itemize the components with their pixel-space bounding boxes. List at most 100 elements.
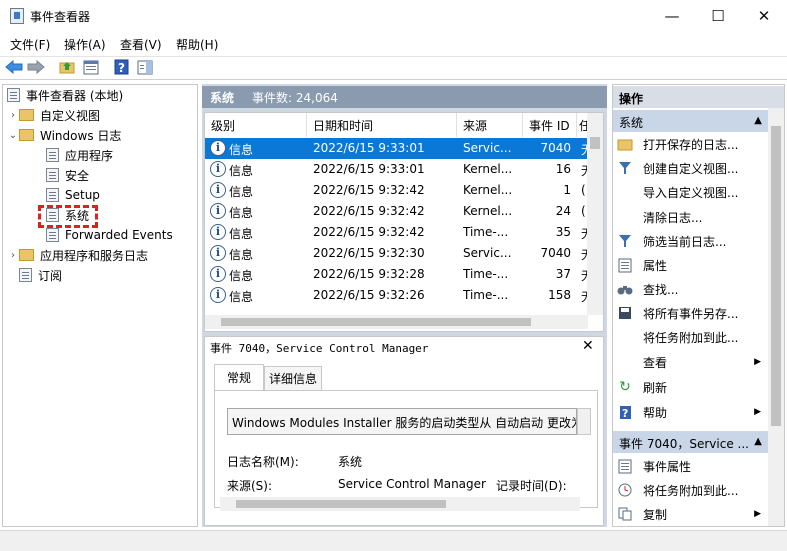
- help-icon: ?: [617, 404, 633, 420]
- action-refresh[interactable]: ↻ 刷新: [617, 376, 765, 398]
- folder-icon: [19, 249, 34, 261]
- action-open-saved-log[interactable]: 打开保存的日志...: [617, 133, 765, 155]
- action-save-all-events[interactable]: 将所有事件另存...: [617, 302, 765, 324]
- action-copy[interactable]: 复制 ▶: [617, 503, 765, 525]
- cell-source: Time-...: [463, 267, 509, 281]
- forward-arrow-icon[interactable]: [27, 58, 45, 76]
- table-row[interactable]: i 信息 2022/6/15 9:32:30 Servic... 7040 无: [205, 243, 593, 264]
- source-value: Service Control Manager: [338, 477, 486, 491]
- back-arrow-icon[interactable]: [5, 58, 23, 76]
- clock-icon: [617, 482, 633, 498]
- cell-level: 信息: [229, 143, 254, 157]
- scroll-thumb[interactable]: [590, 137, 600, 149]
- info-icon: i: [210, 224, 226, 240]
- cell-task: (: [581, 204, 586, 218]
- description-scrollbar[interactable]: [577, 408, 591, 435]
- menu-view[interactable]: 查看(V): [120, 36, 162, 53]
- tree-log-security[interactable]: 安全: [46, 165, 89, 185]
- menu-file[interactable]: 文件(F): [10, 36, 50, 53]
- event-description[interactable]: Windows Modules Installer 服务的启动类型从 自动启动 …: [227, 408, 577, 435]
- cell-datetime: 2022/6/15 9:32:42: [313, 183, 425, 197]
- section-label: 系统: [619, 116, 644, 130]
- properties-icon: [617, 458, 633, 474]
- scroll-thumb[interactable]: [221, 318, 531, 326]
- menu-action[interactable]: 操作(A): [64, 36, 106, 53]
- table-row[interactable]: i 信息 2022/6/15 9:33:01 Kernel... 16 无: [205, 159, 593, 180]
- table-row[interactable]: i 信息 2022/6/15 9:32:42 Kernel... 1 (: [205, 180, 588, 201]
- action-view[interactable]: 查看 ▶: [617, 351, 765, 373]
- actions-scrollbar[interactable]: [768, 108, 784, 526]
- detail-close-button[interactable]: ✕: [582, 338, 594, 354]
- cell-level: 信息: [229, 290, 254, 304]
- table-row[interactable]: i 信息 2022/6/15 9:33:01 Servic... 7040 无: [205, 138, 593, 159]
- events-vertical-scrollbar[interactable]: [587, 113, 603, 315]
- event-viewer-icon: [7, 88, 20, 102]
- tree-subscriptions[interactable]: 订阅: [19, 265, 62, 285]
- collapse-triangle-icon[interactable]: ▲: [754, 115, 762, 126]
- filter-icon: [617, 160, 633, 176]
- chevron-right-icon[interactable]: ›: [7, 110, 19, 121]
- minimize-button[interactable]: —: [649, 0, 695, 32]
- column-header-level[interactable]: 级别: [205, 113, 307, 137]
- action-clear-log[interactable]: 清除日志...: [617, 206, 765, 228]
- tab-general[interactable]: 常规: [214, 364, 264, 390]
- maximize-button[interactable]: ☐: [695, 0, 741, 32]
- table-row[interactable]: i 信息 2022/6/15 9:32:28 Time-... 37 无: [205, 264, 593, 285]
- action-label: 查找...: [643, 282, 679, 297]
- action-label: 事件属性: [643, 459, 692, 474]
- tree-root[interactable]: 事件查看器 (本地): [7, 85, 123, 105]
- action-import-custom-view[interactable]: 导入自定义视图...: [617, 181, 765, 203]
- tree-log-application[interactable]: 应用程序: [46, 145, 113, 165]
- tree-log-label: 应用程序: [65, 148, 114, 163]
- chevron-right-icon[interactable]: ›: [7, 250, 19, 261]
- events-horizontal-scrollbar[interactable]: [205, 315, 588, 329]
- tree-app-services[interactable]: › 应用程序和服务日志: [7, 245, 148, 265]
- tree-custom-views[interactable]: › 自定义视图: [7, 105, 100, 125]
- chevron-down-icon[interactable]: ⌄: [7, 130, 19, 141]
- show-pane-icon[interactable]: [136, 58, 154, 76]
- help-icon[interactable]: ?: [112, 58, 130, 76]
- column-header-datetime[interactable]: 日期和时间: [307, 113, 457, 137]
- actions-section-system[interactable]: 系统 ▲: [613, 110, 768, 132]
- cell-event-id: 37: [555, 267, 571, 281]
- tree-log-setup[interactable]: Setup: [46, 185, 100, 205]
- action-event-properties[interactable]: 事件属性: [617, 455, 765, 477]
- action-create-custom-view[interactable]: 创建自定义视图...: [617, 157, 765, 179]
- cell-level: 信息: [229, 185, 254, 199]
- action-attach-task-event[interactable]: 将任务附加到此...: [617, 479, 765, 501]
- scroll-thumb[interactable]: [236, 500, 446, 508]
- tree-log-forwarded[interactable]: Forwarded Events: [46, 225, 173, 245]
- detail-horizontal-scrollbar[interactable]: [220, 497, 580, 511]
- action-help[interactable]: ? 帮助 ▶: [617, 401, 765, 423]
- cell-event-id: 16: [555, 162, 571, 176]
- submenu-arrow-icon: ▶: [754, 407, 761, 417]
- table-row[interactable]: i 信息 2022/6/15 9:32:26 Time-... 158 无: [205, 285, 593, 306]
- action-filter-current-log[interactable]: 筛选当前日志...: [617, 230, 765, 252]
- actions-section-event[interactable]: 事件 7040，Service ... ▲: [613, 431, 768, 453]
- tree-log-label: Forwarded Events: [65, 228, 173, 242]
- cell-task: (: [581, 183, 586, 197]
- column-header-source[interactable]: 来源: [457, 113, 523, 137]
- tree-windows-logs[interactable]: ⌄ Windows 日志: [7, 125, 122, 145]
- action-find[interactable]: 查找...: [617, 278, 765, 300]
- close-button[interactable]: ✕: [741, 0, 787, 32]
- cell-level: 信息: [229, 206, 254, 220]
- collapse-triangle-icon[interactable]: ▲: [754, 436, 762, 447]
- cell-datetime: 2022/6/15 9:33:01: [313, 162, 425, 176]
- table-row[interactable]: i 信息 2022/6/15 9:32:42 Kernel... 24 (: [205, 201, 588, 222]
- tab-details[interactable]: 详细信息: [264, 366, 322, 390]
- open-folder-icon: [617, 136, 633, 152]
- tree-root-label: 事件查看器 (本地): [26, 88, 124, 103]
- menu-help[interactable]: 帮助(H): [176, 36, 218, 53]
- cell-source: Kernel...: [463, 204, 513, 218]
- action-properties[interactable]: 属性: [617, 254, 765, 276]
- submenu-arrow-icon: ▶: [754, 509, 761, 519]
- tree-custom-views-label: 自定义视图: [40, 108, 101, 123]
- table-row[interactable]: i 信息 2022/6/15 9:32:42 Time-... 35 无: [205, 222, 593, 243]
- info-icon: i: [210, 203, 226, 219]
- folder-up-icon[interactable]: [58, 58, 76, 76]
- properties-icon[interactable]: [82, 58, 100, 76]
- action-attach-task[interactable]: 将任务附加到此...: [617, 326, 765, 348]
- column-header-event-id[interactable]: 事件 ID: [523, 113, 577, 137]
- scroll-thumb[interactable]: [771, 126, 781, 426]
